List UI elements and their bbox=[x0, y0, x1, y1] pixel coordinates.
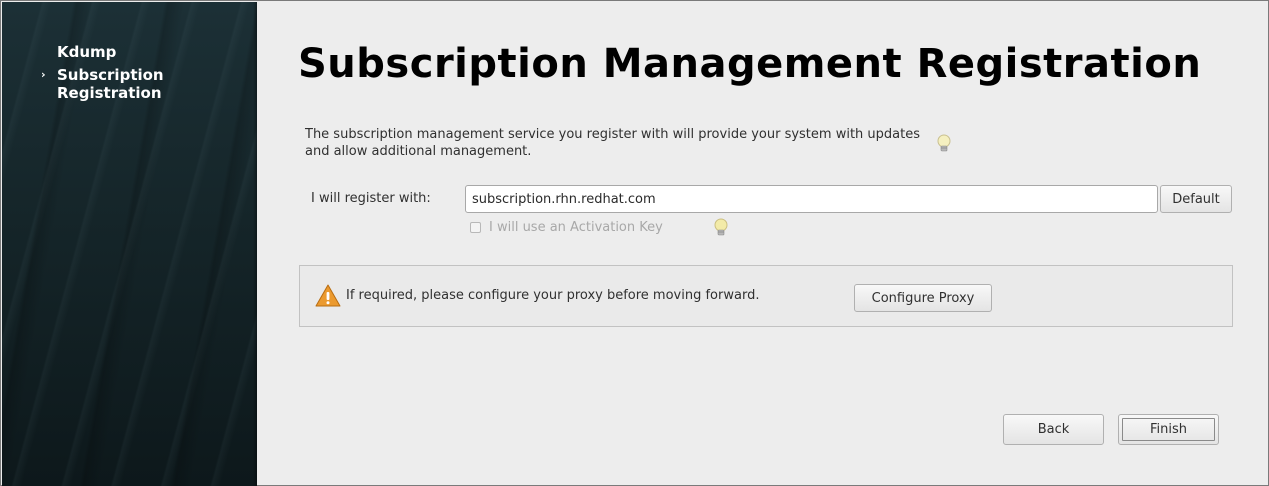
server-url-input[interactable] bbox=[465, 185, 1158, 213]
activation-key-label: I will use an Activation Key bbox=[489, 220, 663, 235]
sidebar-shadow bbox=[253, 2, 257, 486]
lightbulb-icon[interactable] bbox=[714, 218, 728, 238]
page-description: The subscription management service you … bbox=[305, 127, 920, 159]
sidebar-item-kdump: Kdump bbox=[57, 43, 116, 61]
back-button[interactable]: Back bbox=[1003, 414, 1104, 445]
proxy-message: If required, please configure your proxy… bbox=[346, 288, 760, 303]
activation-key-checkbox[interactable] bbox=[470, 222, 481, 233]
page-title: Subscription Management Registration bbox=[298, 41, 1202, 87]
warning-triangle-icon bbox=[315, 284, 341, 307]
current-step-arrow-icon: › bbox=[41, 68, 46, 81]
configure-proxy-button[interactable]: Configure Proxy bbox=[854, 284, 992, 312]
finish-button[interactable]: Finish bbox=[1118, 414, 1219, 445]
sidebar-item-label: Subscription Registration bbox=[57, 66, 164, 102]
register-with-label: I will register with: bbox=[311, 191, 431, 206]
sidebar-item-subscription-registration: › Subscription Registration bbox=[41, 66, 164, 102]
activation-key-option[interactable]: I will use an Activation Key bbox=[470, 220, 663, 235]
finish-button-label: Finish bbox=[1122, 418, 1215, 441]
default-button[interactable]: Default bbox=[1160, 185, 1232, 213]
installer-window: Kdump › Subscription Registration Subscri… bbox=[0, 0, 1269, 486]
lightbulb-icon[interactable] bbox=[937, 134, 951, 154]
sidebar: Kdump › Subscription Registration bbox=[2, 2, 257, 486]
sidebar-item-label: Kdump bbox=[57, 43, 117, 61]
